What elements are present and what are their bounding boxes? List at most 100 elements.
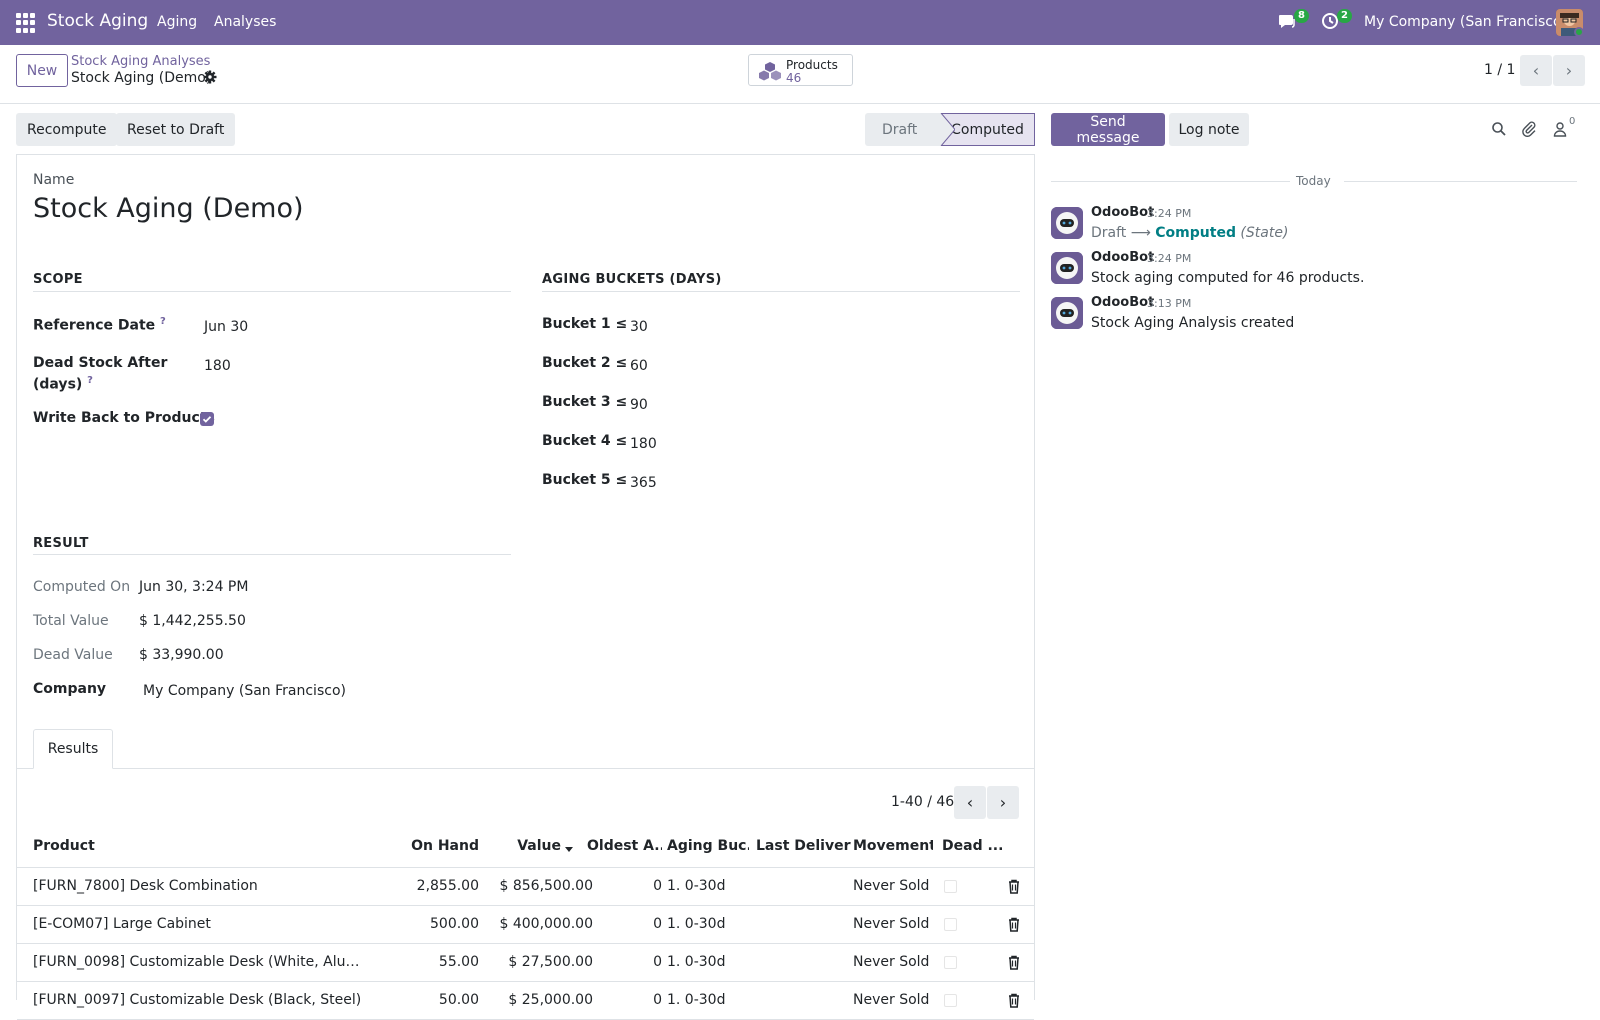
bucket-4-field[interactable]: 180 bbox=[630, 436, 657, 452]
column-aging-bucket[interactable]: Aging Buc... bbox=[667, 838, 749, 854]
column-oldest-age[interactable]: Oldest A... bbox=[587, 838, 662, 854]
cell-value: $ 27,500.00 bbox=[508, 954, 593, 970]
table-row[interactable]: [E-COM07] Large Cabinet 500.00 $ 400,000… bbox=[17, 906, 1034, 944]
bucket-5-field[interactable]: 365 bbox=[630, 475, 657, 491]
message-time: 3:24 PM bbox=[1147, 252, 1192, 265]
cubes-icon bbox=[759, 62, 781, 81]
user-avatar[interactable] bbox=[1556, 9, 1583, 36]
total-value-value: $ 1,442,255.50 bbox=[139, 613, 246, 629]
paperclip-icon[interactable] bbox=[1521, 121, 1537, 137]
tab-results[interactable]: Results bbox=[33, 729, 113, 769]
search-icon[interactable] bbox=[1491, 121, 1507, 137]
help-icon[interactable]: ? bbox=[160, 316, 166, 327]
messages-badge: 8 bbox=[1294, 9, 1309, 23]
column-dead[interactable]: Dead ... bbox=[942, 838, 1002, 854]
result-separator bbox=[33, 554, 511, 555]
list-previous-button[interactable]: ‹ bbox=[954, 786, 986, 819]
cell-movement: Never Sold bbox=[853, 954, 930, 970]
apps-menu-icon[interactable] bbox=[16, 13, 36, 33]
smart-button-label: Products bbox=[786, 58, 838, 72]
arrow-right-icon: ⟶ bbox=[1130, 225, 1156, 241]
scope-separator bbox=[33, 291, 511, 292]
activities-badge: 2 bbox=[1337, 9, 1352, 23]
followers-icon[interactable] bbox=[1552, 121, 1568, 137]
message-author[interactable]: OdooBot bbox=[1091, 205, 1154, 220]
next-record-button[interactable]: › bbox=[1553, 55, 1585, 86]
log-note-button[interactable]: Log note bbox=[1169, 113, 1249, 146]
message-author[interactable]: OdooBot bbox=[1091, 295, 1154, 310]
column-last-delivery[interactable]: Last Delivery bbox=[756, 838, 851, 854]
table-row[interactable]: [FURN_7800] Desk Combination 2,855.00 $ … bbox=[17, 868, 1034, 906]
column-movement[interactable]: Movement bbox=[853, 838, 933, 854]
record-name[interactable]: Stock Aging (Demo) bbox=[33, 193, 304, 224]
cell-product: [FURN_0097] Customizable Desk (Black, St… bbox=[33, 992, 362, 1008]
smart-button-value: 46 bbox=[786, 71, 802, 85]
message-body: Stock Aging Analysis created bbox=[1091, 315, 1295, 331]
record-pager[interactable]: 1 / 1 bbox=[1484, 62, 1515, 78]
bucket-2-field[interactable]: 60 bbox=[630, 358, 648, 374]
statusbar: Draft Computed bbox=[865, 113, 1035, 146]
dead-stock-checkbox bbox=[944, 918, 957, 931]
cell-product: [FURN_0098] Customizable Desk (White, Al… bbox=[33, 954, 363, 970]
trash-icon[interactable] bbox=[1007, 917, 1021, 932]
menu-aging[interactable]: Aging bbox=[157, 14, 197, 30]
breadcrumb-parent[interactable]: Stock Aging Analyses bbox=[71, 54, 210, 69]
name-label: Name bbox=[33, 172, 75, 188]
cell-movement: Never Sold bbox=[853, 916, 930, 932]
dead-value-label: Dead Value bbox=[33, 647, 113, 663]
message-body: Stock aging computed for 46 products. bbox=[1091, 270, 1365, 286]
cell-on-hand: 2,855.00 bbox=[416, 878, 479, 894]
reference-date-label: Reference Date ? bbox=[33, 316, 166, 334]
bucket-4-label: Bucket 4 ≤ bbox=[542, 433, 628, 449]
list-pager[interactable]: 1-40 / 46 bbox=[891, 794, 954, 810]
company-switcher[interactable]: My Company (San Francisco) bbox=[1364, 14, 1567, 30]
cell-oldest: 0 bbox=[653, 916, 662, 932]
list-next-button[interactable]: › bbox=[987, 786, 1019, 819]
help-icon[interactable]: ? bbox=[87, 375, 93, 386]
write-back-checkbox[interactable] bbox=[200, 412, 214, 426]
odoobot-avatar[interactable] bbox=[1051, 252, 1083, 284]
odoobot-avatar[interactable] bbox=[1051, 207, 1083, 239]
buckets-separator bbox=[542, 291, 1020, 292]
reference-date-field[interactable]: Jun 30 bbox=[204, 319, 248, 335]
gear-icon[interactable] bbox=[203, 70, 217, 84]
table-row[interactable]: [FURN_0098] Customizable Desk (White, Al… bbox=[17, 944, 1034, 982]
cell-oldest: 0 bbox=[653, 954, 662, 970]
company-field[interactable]: My Company (San Francisco) bbox=[143, 683, 346, 699]
send-message-button[interactable]: Send message bbox=[1051, 113, 1165, 146]
menu-analyses[interactable]: Analyses bbox=[214, 14, 276, 30]
trash-icon[interactable] bbox=[1007, 993, 1021, 1008]
column-on-hand[interactable]: On Hand bbox=[397, 838, 479, 854]
dead-stock-label-suffix: (days) ? bbox=[33, 375, 93, 393]
previous-record-button[interactable]: ‹ bbox=[1520, 55, 1552, 86]
check-icon bbox=[202, 416, 212, 423]
products-smart-button[interactable]: Products 46 bbox=[748, 54, 853, 86]
table-row[interactable]: [FURN_0097] Customizable Desk (Black, St… bbox=[17, 982, 1034, 1020]
cell-product: [FURN_7800] Desk Combination bbox=[33, 878, 258, 894]
app-name[interactable]: Stock Aging bbox=[47, 11, 148, 31]
message-author[interactable]: OdooBot bbox=[1091, 250, 1154, 265]
form-sheet: Name Stock Aging (Demo) SCOPE Reference … bbox=[16, 154, 1035, 1020]
chevron-left-icon: ‹ bbox=[966, 793, 974, 812]
trash-icon[interactable] bbox=[1007, 955, 1021, 970]
odoobot-avatar[interactable] bbox=[1051, 297, 1083, 329]
cell-bucket: 1. 0-30d bbox=[667, 916, 726, 932]
dead-stock-checkbox bbox=[944, 994, 957, 1007]
reset-to-draft-button[interactable]: Reset to Draft bbox=[116, 113, 236, 146]
activities-icon[interactable]: 2 bbox=[1321, 9, 1352, 34]
recompute-button[interactable]: Recompute bbox=[16, 113, 118, 146]
computed-on-value: Jun 30, 3:24 PM bbox=[139, 579, 249, 595]
new-button[interactable]: New bbox=[16, 54, 68, 87]
trash-icon[interactable] bbox=[1007, 879, 1021, 894]
column-product[interactable]: Product bbox=[33, 838, 233, 854]
dead-stock-checkbox bbox=[944, 880, 957, 893]
column-value[interactable]: Value bbox=[507, 838, 561, 854]
bucket-3-field[interactable]: 90 bbox=[630, 397, 648, 413]
cell-bucket: 1. 0-30d bbox=[667, 878, 726, 894]
breadcrumb-current: Stock Aging (Demo) bbox=[71, 70, 212, 86]
bucket-1-label: Bucket 1 ≤ bbox=[542, 316, 628, 332]
dead-stock-field[interactable]: 180 bbox=[204, 358, 231, 374]
messages-icon[interactable]: 8 bbox=[1278, 9, 1309, 34]
bucket-1-field[interactable]: 30 bbox=[630, 319, 648, 335]
stage-computed[interactable]: Computed bbox=[941, 113, 1035, 146]
